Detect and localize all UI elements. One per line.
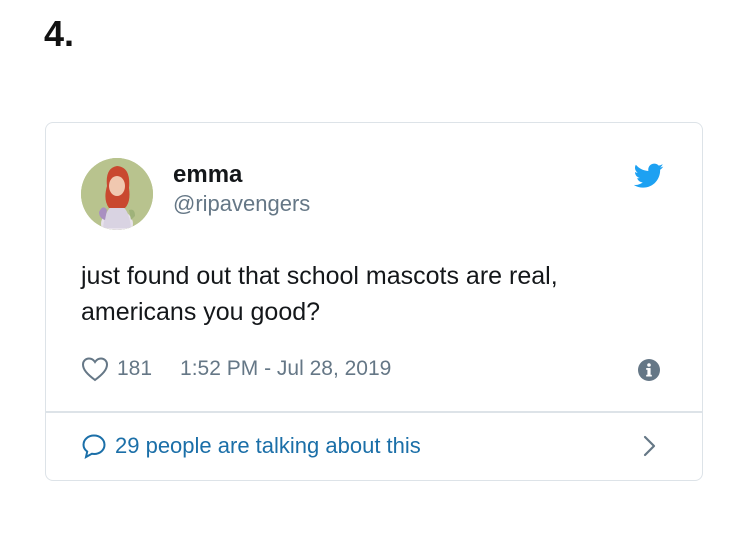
conversation-label[interactable]: 29 people are talking about this [115, 433, 421, 459]
avatar[interactable] [81, 158, 153, 230]
tweet-card[interactable]: emma @ripavengers just found out that sc… [45, 122, 703, 481]
tweet-text-line-2: americans you good? [81, 298, 321, 326]
tweet-text-line-1: just found out that school mascots are r… [81, 262, 558, 290]
chevron-right-icon[interactable] [643, 435, 657, 457]
page: 4. emma @ripavengers just found out that… [0, 0, 750, 540]
like-count[interactable]: 181 [117, 357, 152, 381]
twitter-bird-icon[interactable] [634, 163, 664, 189]
conversation-link[interactable]: 29 people are talking about this [81, 429, 667, 463]
list-number-heading: 4. [44, 13, 75, 54]
tweet-text: just found out that school mascots are r… [81, 258, 671, 330]
speech-bubble-icon [82, 434, 106, 459]
tweet-timestamp[interactable]: 1:52 PM - Jul 28, 2019 [180, 357, 391, 381]
display-name[interactable]: emma [173, 161, 242, 189]
card-divider [46, 411, 702, 413]
user-handle[interactable]: @ripavengers [173, 190, 310, 218]
info-icon[interactable] [638, 359, 660, 381]
heart-icon[interactable] [81, 356, 109, 382]
tweet-meta: 181 1:52 PM - Jul 28, 2019 [81, 355, 391, 383]
